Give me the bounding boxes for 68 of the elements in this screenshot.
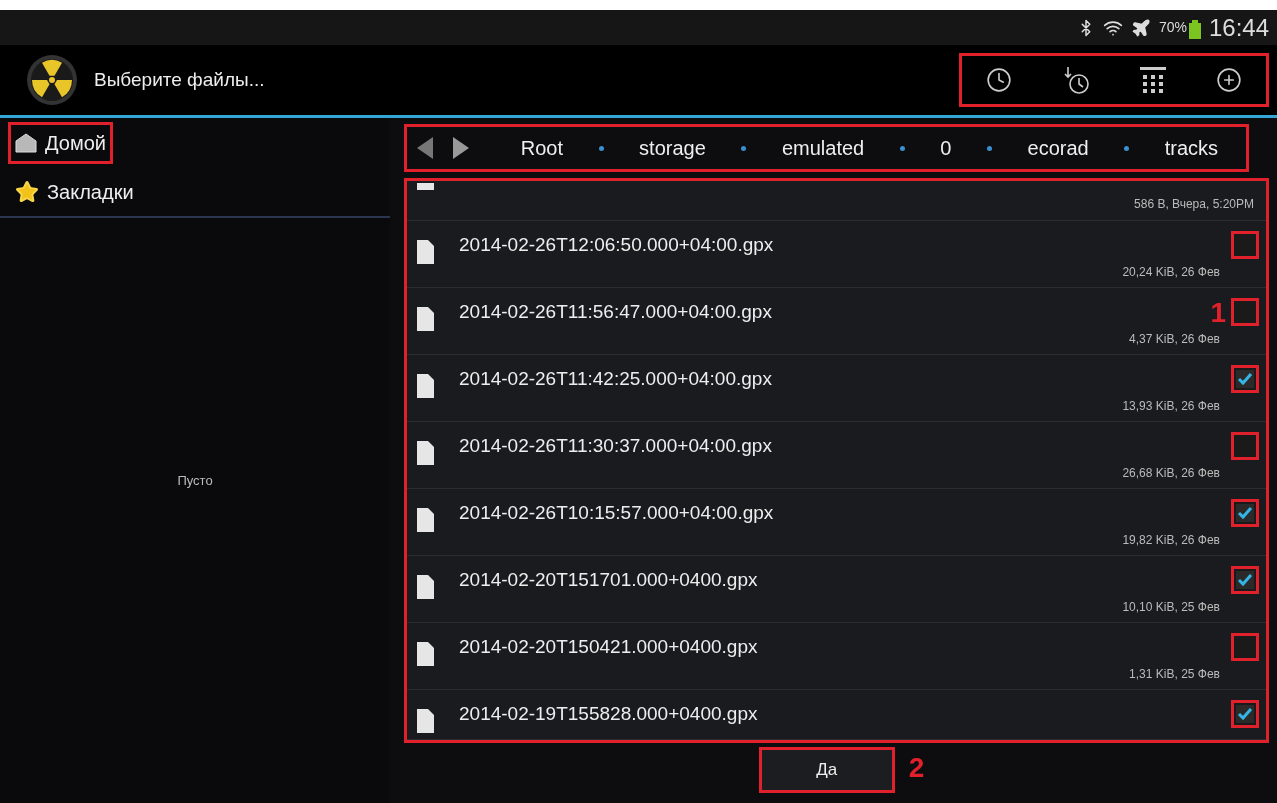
clock-time: 16:44: [1208, 12, 1269, 43]
checkbox[interactable]: [1231, 700, 1259, 728]
empty-label: Пусто: [177, 471, 213, 490]
file-name: 2014-02-26T11:42:25.000+04:00.gpx: [459, 367, 772, 391]
star-icon: [15, 180, 39, 204]
file-icon: [415, 306, 435, 332]
file-icon: [415, 239, 435, 265]
file-row[interactable]: 2014-02-26T10:15:57.000+04:00.gpx 19,82 KiB, 26 Фев: [407, 489, 1266, 556]
airplane-icon: [1130, 17, 1151, 38]
clock-icon[interactable]: [986, 67, 1012, 93]
file-name: 2014-02-20T151701.000+0400.gpx: [459, 568, 758, 592]
file-icon: [415, 507, 435, 533]
checkbox[interactable]: [1231, 365, 1259, 393]
screen-title: Выберите файлы...: [94, 67, 265, 92]
file-row[interactable]: 2014-02-20T150421.000+0400.gpx 1,31 KiB, 25 Фев: [407, 623, 1266, 690]
house-icon: [15, 133, 37, 153]
checkmark-icon: [1236, 571, 1254, 589]
file-details: 26,68 KiB, 26 Фев: [1122, 465, 1220, 482]
checkbox[interactable]: [1231, 566, 1259, 594]
checkmark-icon: [1236, 705, 1254, 723]
breadcrumb-segment[interactable]: Root: [520, 133, 563, 163]
file-details: 586 B, Вчера, 5:20PM: [1134, 196, 1254, 213]
annotation-number: 2: [908, 751, 925, 785]
breadcrumb-segment[interactable]: emulated: [781, 133, 865, 163]
file-row[interactable]: 2014-02-20T151701.000+0400.gpx 10,10 KiB, 25 Фев: [407, 556, 1266, 623]
checkbox[interactable]: [1231, 432, 1259, 460]
grid-icon[interactable]: [1138, 65, 1168, 95]
add-icon[interactable]: [1216, 67, 1242, 93]
breadcrumb-segment[interactable]: ecorad: [1027, 133, 1089, 163]
file-row[interactable]: 2014-02-26T11:56:47.000+04:00.gpx 4,37 KiB, 26 Фев 1: [407, 288, 1266, 355]
file-row[interactable]: 2014-02-26T11:30:37.000+04:00.gpx 26,68 KiB, 26 Фев: [407, 422, 1266, 489]
file-icon: [415, 708, 435, 734]
sidebar-item[interactable]: Домой: [8, 122, 113, 164]
sidebar-item[interactable]: Закладки: [8, 171, 141, 213]
breadcrumb-segment[interactable]: tracks: [1164, 133, 1219, 163]
checkmark-icon: [1236, 370, 1254, 388]
checkbox[interactable]: [1231, 633, 1259, 661]
battery-percent: 70%: [1158, 18, 1187, 37]
file-row[interactable]: 2014-02-19T155828.000+0400.gpx: [407, 690, 1266, 740]
checkbox[interactable]: [1231, 231, 1259, 259]
radiation-logo: [26, 54, 78, 106]
file-icon: [415, 440, 435, 466]
file-name: 2014-02-26T11:30:37.000+04:00.gpx: [459, 434, 772, 458]
file-details: 19,82 KiB, 26 Фев: [1122, 532, 1220, 549]
file-name: 2014-02-19T155828.000+0400.gpx: [459, 702, 758, 726]
file-name: 2014-02-20T150421.000+0400.gpx: [459, 635, 758, 659]
file-name: 2014-02-26T11:56:47.000+04:00.gpx: [459, 300, 772, 324]
file-icon: [415, 373, 435, 399]
file-icon: [415, 574, 435, 600]
file-details: 10,10 KiB, 25 Фев: [1122, 599, 1220, 616]
file-icon: [415, 641, 435, 667]
checkbox[interactable]: [1231, 298, 1259, 326]
ok-button[interactable]: Да: [758, 747, 895, 793]
checkbox[interactable]: [1231, 499, 1259, 527]
file-details: 20,24 KiB, 26 Фев: [1122, 264, 1220, 281]
file-row[interactable]: 586 B, Вчера, 5:20PM: [407, 181, 1266, 221]
file-details: 1,31 KiB, 25 Фев: [1129, 666, 1220, 683]
annotation-number: 1: [1210, 296, 1226, 330]
file-row[interactable]: 2014-02-26T12:06:50.000+04:00.gpx 20,24 KiB, 26 Фев: [407, 221, 1266, 288]
file-name: 2014-02-26T12:06:50.000+04:00.gpx: [459, 233, 774, 257]
file-details: 13,93 KiB, 26 Фев: [1122, 398, 1220, 415]
file-row[interactable]: 2014-02-26T11:42:25.000+04:00.gpx 13,93 KiB, 26 Фев: [407, 355, 1266, 422]
breadcrumb-segment[interactable]: 0: [940, 133, 952, 163]
file-details: 4,37 KiB, 26 Фев: [1129, 331, 1220, 348]
checkmark-icon: [1236, 504, 1254, 522]
breadcrumb-segment[interactable]: storage: [639, 133, 706, 163]
file-icon: [415, 183, 435, 191]
file-name: 2014-02-26T10:15:57.000+04:00.gpx: [459, 501, 774, 525]
